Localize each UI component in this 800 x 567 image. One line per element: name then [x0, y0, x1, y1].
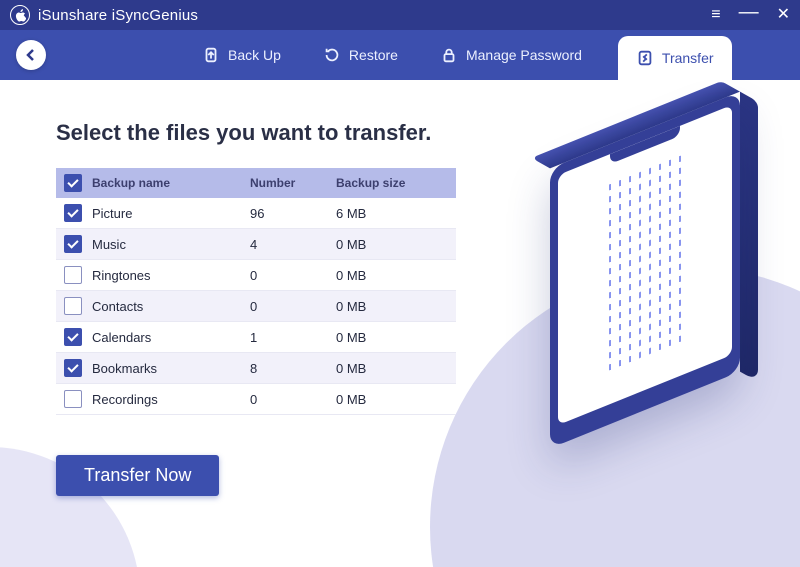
restore-icon: [323, 46, 341, 64]
nav-transfer[interactable]: Transfer: [618, 36, 732, 80]
close-icon[interactable]: ✕: [777, 7, 790, 23]
row-name: Music: [92, 237, 126, 252]
row-size: 0 MB: [328, 260, 456, 291]
row-name: Ringtones: [92, 268, 151, 283]
nav-backup[interactable]: Back Up: [196, 42, 287, 68]
row-name: Recordings: [92, 392, 158, 407]
row-number: 0: [242, 291, 328, 322]
phone-illustration: [550, 130, 740, 410]
row-checkbox[interactable]: [64, 328, 82, 346]
row-checkbox[interactable]: [64, 359, 82, 377]
row-size: 0 MB: [328, 384, 456, 415]
table-row: Calendars 10 MB: [56, 322, 456, 353]
transfer-now-button[interactable]: Transfer Now: [56, 455, 219, 496]
row-name: Picture: [92, 206, 132, 221]
row-size: 0 MB: [328, 291, 456, 322]
file-table: Backup name Number Backup size Picture 96…: [56, 168, 456, 415]
row-name: Contacts: [92, 299, 143, 314]
nav-restore-label: Restore: [349, 47, 398, 63]
back-button[interactable]: [16, 40, 46, 70]
titlebar: iSunshare iSyncGenius ≡ — ✕: [0, 0, 800, 30]
row-checkbox[interactable]: [64, 235, 82, 253]
navbar: Back Up Restore Manage Password Transfer: [0, 30, 800, 80]
table-row: Recordings 00 MB: [56, 384, 456, 415]
table-row: Ringtones 00 MB: [56, 260, 456, 291]
window-controls: ≡ — ✕: [711, 5, 790, 25]
nav-restore[interactable]: Restore: [317, 42, 404, 68]
minimize-icon[interactable]: —: [739, 2, 759, 22]
row-checkbox[interactable]: [64, 390, 82, 408]
col-size: Backup size: [328, 168, 456, 198]
table-header-row: Backup name Number Backup size: [56, 168, 456, 198]
row-checkbox[interactable]: [64, 297, 82, 315]
row-size: 0 MB: [328, 229, 456, 260]
table-row: Contacts 00 MB: [56, 291, 456, 322]
app-logo-icon: [10, 5, 30, 25]
row-number: 8: [242, 353, 328, 384]
row-size: 0 MB: [328, 353, 456, 384]
row-checkbox[interactable]: [64, 204, 82, 222]
table-row: Picture 966 MB: [56, 198, 456, 229]
app-title: iSunshare iSyncGenius: [38, 7, 198, 24]
transfer-icon: [636, 49, 654, 67]
row-number: 4: [242, 229, 328, 260]
row-number: 1: [242, 322, 328, 353]
nav-managepw-label: Manage Password: [466, 47, 582, 63]
row-size: 0 MB: [328, 322, 456, 353]
menu-icon[interactable]: ≡: [711, 7, 720, 23]
col-number: Number: [242, 168, 328, 198]
nav-manage-password[interactable]: Manage Password: [434, 42, 588, 68]
row-name: Bookmarks: [92, 361, 157, 376]
backup-icon: [202, 46, 220, 64]
row-number: 0: [242, 384, 328, 415]
select-all-checkbox[interactable]: [64, 174, 82, 192]
col-name: Backup name: [92, 176, 170, 190]
row-number: 96: [242, 198, 328, 229]
lock-icon: [440, 46, 458, 64]
table-row: Music 40 MB: [56, 229, 456, 260]
row-size: 6 MB: [328, 198, 456, 229]
row-number: 0: [242, 260, 328, 291]
row-name: Calendars: [92, 330, 151, 345]
nav-backup-label: Back Up: [228, 47, 281, 63]
row-checkbox[interactable]: [64, 266, 82, 284]
table-row: Bookmarks 80 MB: [56, 353, 456, 384]
nav-transfer-label: Transfer: [662, 50, 714, 66]
